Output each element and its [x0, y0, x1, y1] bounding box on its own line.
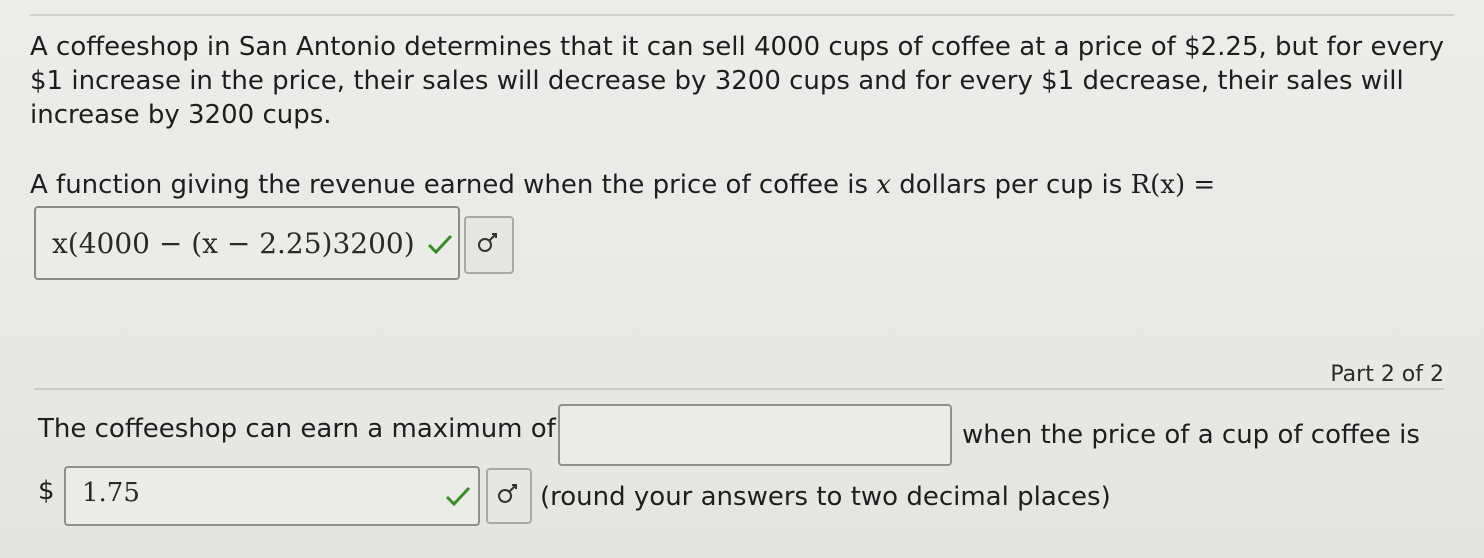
- part-divider: [34, 388, 1444, 390]
- top-divider: [30, 14, 1454, 16]
- part-label: Part 2 of 2: [1330, 362, 1444, 387]
- checkmark-icon: [426, 230, 454, 263]
- price-input[interactable]: 1.75: [64, 466, 480, 526]
- math-editor-icon: [475, 230, 503, 260]
- part1-function: R(x) =: [1130, 170, 1216, 200]
- part1-answer-value: x(4000 − (x − 2.25)3200): [52, 226, 415, 260]
- part2-text-after: when the price of a cup of coffee is: [962, 420, 1420, 450]
- part1-prompt-before: A function giving the revenue earned whe…: [30, 170, 869, 200]
- question-intro: A coffeeshop in San Antonio determines t…: [30, 32, 1444, 130]
- max-revenue-input[interactable]: [558, 404, 952, 466]
- part1-prompt-after: dollars per cup is: [899, 170, 1123, 200]
- checkmark-icon: [444, 484, 472, 515]
- part1-variable: x: [876, 170, 891, 200]
- math-editor-button[interactable]: [464, 216, 514, 274]
- part1-answer-field[interactable]: x(4000 − (x − 2.25)3200): [34, 206, 460, 280]
- math-editor-icon: [495, 481, 523, 511]
- math-editor-button[interactable]: [486, 468, 532, 524]
- rounding-note: (round your answers to two decimal place…: [540, 482, 1111, 512]
- part2-text-before: The coffeeshop can earn a maximum of: [38, 414, 556, 444]
- currency-symbol: $: [38, 476, 55, 506]
- part1-prompt: A function giving the revenue earned whe…: [30, 168, 1450, 202]
- price-value: 1.75: [82, 478, 140, 508]
